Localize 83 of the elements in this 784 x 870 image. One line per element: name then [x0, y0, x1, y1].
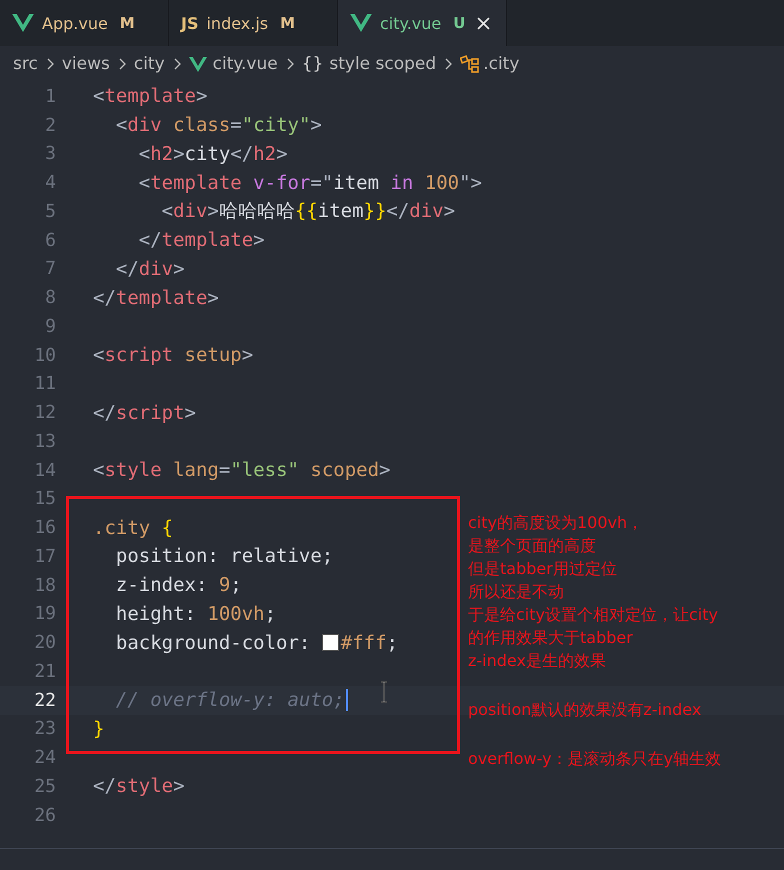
- code-text: #fff;: [340, 632, 398, 654]
- line-number: 24: [33, 747, 56, 768]
- tab-label: App.vue: [42, 14, 108, 32]
- code-text: </style>: [93, 775, 185, 798]
- line-number: 14: [33, 460, 56, 481]
- annotation-text: 所以还是不动: [468, 581, 565, 603]
- line-number: 13: [33, 430, 56, 452]
- line-number: 8: [44, 287, 56, 308]
- annotation-text: city的高度设为100vh，: [468, 512, 644, 534]
- editor-tab[interactable]: city.vue U: [338, 0, 508, 46]
- line-number: 10: [33, 344, 56, 366]
- breadcrumb-item[interactable]: style scoped: [329, 54, 436, 74]
- annotation-text: z-index是生的效果: [468, 650, 607, 672]
- git-status-letter: M: [280, 14, 296, 32]
- code-text: z-index: 9;: [114, 574, 242, 596]
- code-text: <script setup>: [93, 344, 254, 366]
- code-text: </div>: [114, 258, 185, 280]
- line-number: 2: [44, 114, 56, 136]
- code-text: <style lang="less" scoped>: [93, 459, 390, 482]
- code-text: height: 100vh;: [114, 602, 276, 625]
- line-number: 25: [33, 776, 56, 797]
- code-text: <template v-for="item in 100">: [138, 172, 482, 194]
- breadcrumb-item[interactable]: src: [13, 54, 38, 74]
- line-number: 12: [33, 402, 56, 424]
- line-number: 5: [44, 200, 56, 222]
- text-cursor-icon: [380, 681, 388, 703]
- code-text: background-color:: [114, 632, 312, 654]
- code-text: .city {: [93, 516, 174, 539]
- code-text: <div class="city">: [114, 114, 322, 136]
- js-file-icon: JS: [181, 14, 198, 32]
- line-number: 21: [33, 660, 56, 682]
- line-number: 6: [44, 230, 56, 251]
- line-number: 1: [44, 86, 56, 107]
- annotation-text: position默认的效果没有z-index: [468, 699, 702, 721]
- chevron-icon: [46, 58, 54, 70]
- line-number: 17: [33, 546, 56, 567]
- breadcrumb-item[interactable]: .city: [483, 54, 520, 74]
- braces-icon: {}: [302, 54, 324, 74]
- chevron-icon: [444, 58, 452, 70]
- git-status-letter: M: [120, 14, 135, 32]
- tab-label: index.js: [206, 14, 268, 32]
- code-text: <h2>city</h2>: [138, 142, 288, 165]
- annotation-text: 的作用效果大于tabber: [468, 627, 634, 649]
- breadcrumb-item[interactable]: city.vue: [212, 54, 278, 74]
- chevron-icon: [172, 58, 181, 70]
- annotation-text: 但是tabber用过定位: [468, 558, 618, 580]
- line-number: 7: [44, 258, 56, 280]
- line-number: 15: [33, 488, 56, 510]
- vue-logo-icon: [350, 14, 372, 32]
- line-number: 22: [33, 690, 56, 711]
- breadcrumb-item[interactable]: views: [62, 54, 110, 74]
- breadcrumb-item[interactable]: city: [134, 54, 165, 74]
- line-number: 11: [33, 373, 56, 394]
- code-text: }: [93, 718, 104, 740]
- code-text: <template>: [93, 85, 208, 108]
- vue-logo-icon: [188, 56, 207, 72]
- code-text: // overflow-y: auto;: [114, 689, 345, 712]
- code-text: </template>: [138, 229, 265, 252]
- annotation-text: overflow-y：是滚动条只在y轴生效: [468, 748, 722, 770]
- line-number: 26: [33, 804, 56, 826]
- code-text: <div>哈哈哈哈{{item}}</div>: [160, 199, 456, 224]
- line-number: 23: [33, 718, 56, 740]
- line-number: 3: [44, 143, 56, 164]
- annotation-text: 于是给city设置个相对定位，让city: [468, 604, 719, 626]
- code-text: position: relative;: [114, 545, 334, 568]
- line-number: 9: [44, 316, 56, 337]
- chevron-icon: [118, 58, 126, 70]
- line-number: 18: [33, 574, 56, 596]
- chevron-icon: [286, 58, 294, 70]
- vue-logo-icon: [12, 14, 34, 32]
- code-text: </script>: [93, 402, 196, 424]
- line-number: 4: [44, 172, 56, 194]
- line-number: 19: [33, 603, 56, 624]
- code-text: </template>: [93, 286, 219, 309]
- line-number: 16: [33, 517, 56, 538]
- git-status-letter: U: [453, 14, 466, 32]
- close-icon[interactable]: [477, 16, 490, 30]
- class-symbol-icon: [460, 55, 480, 73]
- line-number: 20: [33, 632, 56, 654]
- color-swatch[interactable]: [322, 634, 339, 652]
- annotation-text: 是整个页面的高度: [468, 535, 597, 557]
- text-caret: [346, 689, 348, 712]
- tab-label: city.vue: [380, 14, 442, 32]
